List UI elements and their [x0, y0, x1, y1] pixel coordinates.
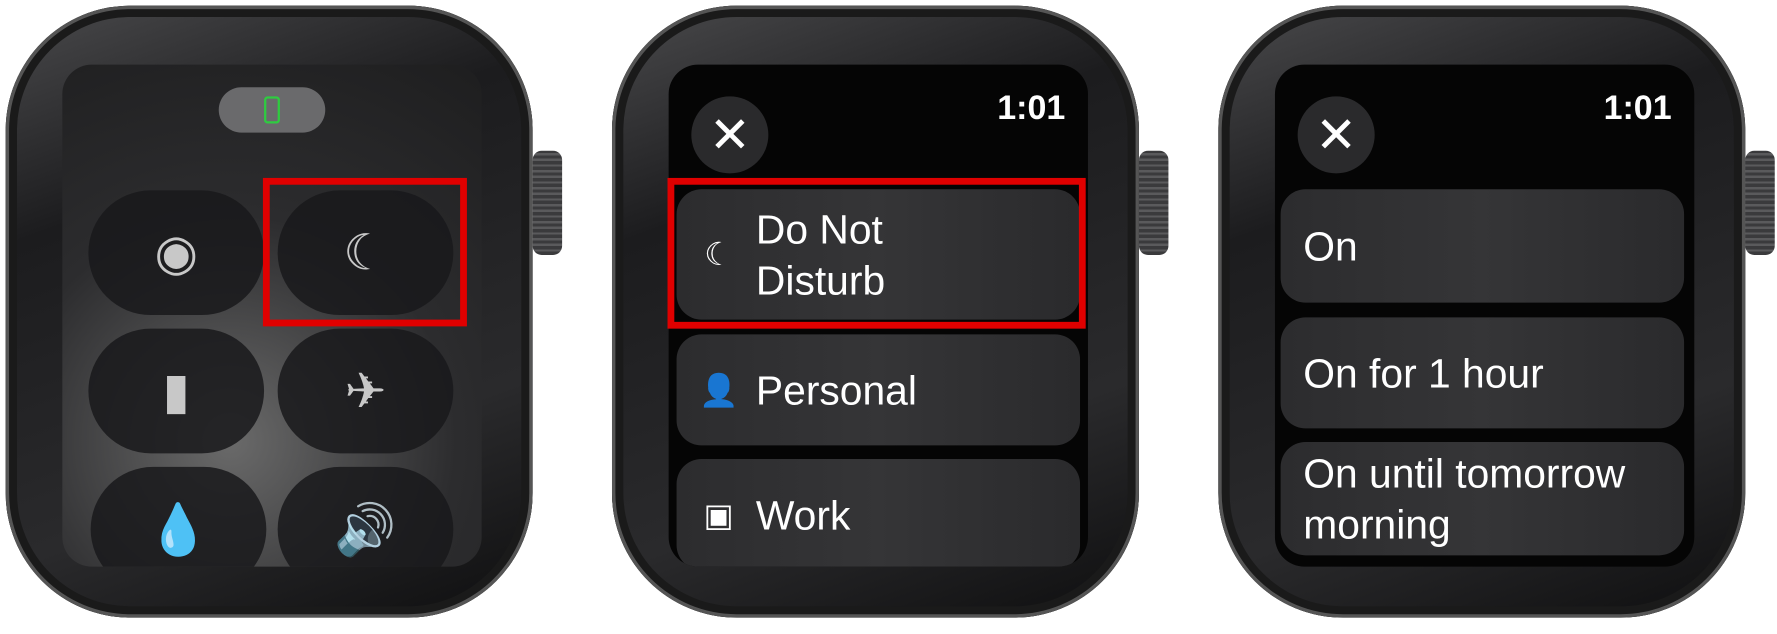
volume-button[interactable]: 🔊 — [277, 466, 454, 567]
dnd-option-1-hour[interactable]: On for 1 hour — [1280, 317, 1685, 429]
cellular-status-pill — [218, 87, 326, 133]
highlight-box — [262, 177, 467, 327]
speaker-icon: 🔊 — [334, 502, 397, 558]
dnd-option-on[interactable]: On — [1280, 189, 1685, 303]
close-icon: ✕ — [1315, 107, 1358, 163]
flashlight-button[interactable]: ▮ — [88, 328, 265, 454]
item-label: Personal — [755, 366, 917, 414]
watch-dnd-options: ✕ 1:01 On On for 1 hour On until tomorro… — [1218, 5, 1775, 618]
focus-item-work[interactable]: ▣ Work — [676, 458, 1081, 567]
dnd-options-screen: ✕ 1:01 On On for 1 hour On until tomorro… — [1274, 64, 1695, 567]
airplane-mode-button[interactable]: ✈ — [277, 328, 454, 454]
focus-item-personal[interactable]: 👤 Personal — [676, 334, 1081, 446]
close-button[interactable]: ✕ — [691, 96, 769, 174]
watch-control-center: ◉ ☾ ▮ ✈ 💧 🔊 — [5, 5, 563, 618]
airplane-icon: ✈ — [344, 363, 387, 419]
flashlight-icon: ▮ — [162, 363, 190, 419]
dnd-option-until-morning[interactable]: On until tomorrow morning — [1280, 441, 1685, 556]
item-label: Work — [755, 491, 851, 538]
cellular-phone-icon — [264, 96, 280, 124]
clock-time: 1:01 — [1603, 89, 1672, 127]
person-icon: 👤 — [699, 372, 739, 408]
water-lock-icon: 💧 — [147, 502, 210, 558]
option-label: On until tomorrow morning — [1303, 449, 1626, 548]
digital-crown[interactable] — [532, 150, 563, 255]
option-label: On — [1303, 222, 1358, 270]
walkie-talkie-icon: ◉ — [154, 224, 198, 281]
close-icon: ✕ — [708, 107, 751, 163]
close-button[interactable]: ✕ — [1297, 96, 1375, 174]
walkie-talkie-button[interactable]: ◉ — [88, 190, 265, 316]
highlight-box — [667, 177, 1086, 329]
option-label: On for 1 hour — [1303, 349, 1544, 397]
digital-crown[interactable] — [1745, 150, 1775, 255]
digital-crown[interactable] — [1138, 150, 1169, 255]
work-badge-icon: ▣ — [703, 496, 734, 533]
clock-time: 1:01 — [997, 89, 1066, 127]
water-lock-button[interactable]: 💧 — [90, 466, 267, 567]
watch-focus-menu: ✕ 1:01 ☾ Do Not Disturb 👤 Personal ▣ Work — [611, 5, 1169, 618]
